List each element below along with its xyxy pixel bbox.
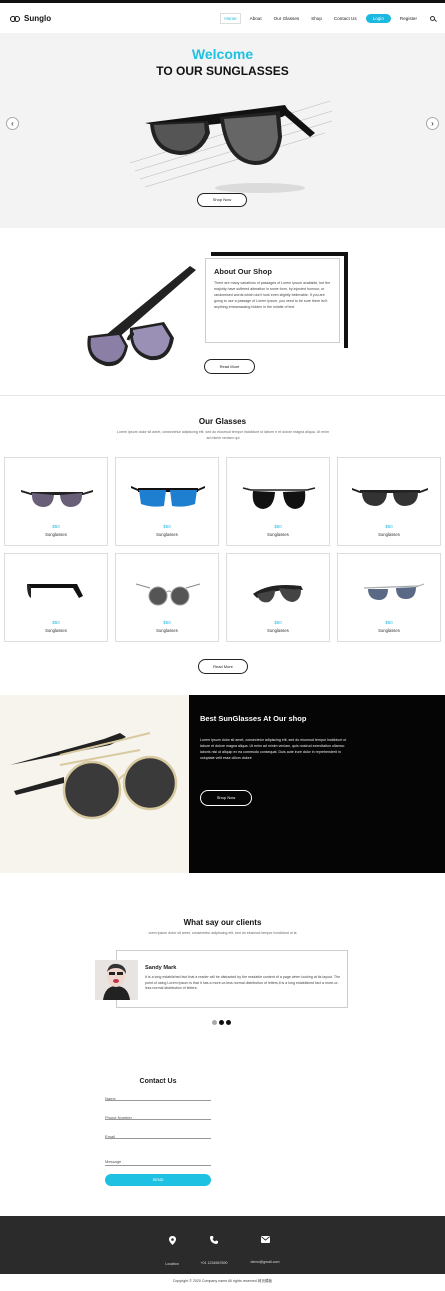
send-button[interactable]: SEND xyxy=(105,1174,211,1186)
copyright: Copyright © 2020 Company name All rights… xyxy=(172,1279,273,1283)
name-input[interactable] xyxy=(105,1094,211,1101)
sunglasses-image xyxy=(131,486,205,507)
product-price: $50 xyxy=(163,620,171,625)
product-card[interactable]: $50 Sunglasses xyxy=(337,457,441,546)
best-text: Lorem ipsum dolor sit amet, consectetur … xyxy=(200,738,347,760)
email-input[interactable] xyxy=(105,1132,211,1139)
sunglasses-image xyxy=(363,583,425,600)
footer-email-text: demo@gmail.com xyxy=(250,1260,280,1264)
client-quote: It is a long established fact that a rea… xyxy=(145,975,341,990)
product-card[interactable]: $50 Sunglasses xyxy=(4,457,108,546)
section-divider xyxy=(0,395,445,396)
product-price: $50 xyxy=(274,620,282,625)
glasses-title: Our Glasses xyxy=(198,417,247,426)
message-field xyxy=(105,1150,211,1166)
login-button[interactable]: Login xyxy=(365,13,391,23)
carousel-dot[interactable] xyxy=(219,1020,224,1025)
site-header: Sunglo Home About Our Glasses Shop Conta… xyxy=(0,3,445,33)
product-card[interactable]: $50 Sunglasses xyxy=(115,553,219,642)
best-title: Best SunGlasses At Our shop xyxy=(200,714,307,723)
product-name: Sunglasses xyxy=(378,628,400,633)
glasses-read-more-button[interactable]: Read More xyxy=(198,659,248,674)
nav-about[interactable]: About xyxy=(247,14,265,23)
clients-title: What say our clients xyxy=(183,918,262,927)
product-price: $50 xyxy=(385,524,393,529)
brand-name: Sunglo xyxy=(24,13,52,23)
sunglasses-image xyxy=(21,490,93,507)
nav-shop[interactable]: Shop xyxy=(308,14,325,23)
about-sunglasses-image xyxy=(87,266,196,367)
product-name: Sunglasses xyxy=(156,532,178,537)
glasses-subtitle: Lorem ipsum dolor sit amet, consectetur … xyxy=(116,430,330,440)
product-name: Sunglasses xyxy=(267,532,289,537)
about-title: About Our Shop xyxy=(214,267,272,276)
footer-email[interactable]: demo@gmail.com xyxy=(235,1236,295,1268)
nav-our-glasses[interactable]: Our Glasses xyxy=(271,14,303,23)
product-name: Sunglasses xyxy=(156,628,178,633)
message-input[interactable] xyxy=(105,1157,211,1164)
email-field xyxy=(105,1125,211,1139)
product-card[interactable]: $50 Sunglasses xyxy=(115,457,219,546)
product-price: $50 xyxy=(385,620,393,625)
email-icon xyxy=(260,1236,270,1243)
register-link[interactable]: Register xyxy=(397,14,420,23)
nav-contact[interactable]: Contact Us xyxy=(331,14,360,23)
phone-icon xyxy=(210,1236,218,1244)
best-image-panel xyxy=(0,695,189,873)
product-card[interactable]: $50 Sunglasses xyxy=(226,553,330,642)
about-read-more-button[interactable]: Read More xyxy=(204,359,255,374)
main-nav: Home About Our Glasses Shop Contact Us L… xyxy=(220,12,435,24)
search-icon[interactable] xyxy=(430,15,435,21)
location-icon xyxy=(168,1236,176,1245)
phone-field xyxy=(105,1106,211,1120)
next-arrow-icon[interactable]: › xyxy=(426,117,439,130)
product-card[interactable]: $50 Sunglasses xyxy=(226,457,330,546)
name-field xyxy=(105,1087,211,1101)
sunglasses-image xyxy=(242,487,316,509)
product-price: $50 xyxy=(52,524,60,529)
round-sunglasses-image xyxy=(10,732,178,820)
best-shop-now-button[interactable]: Shop Now xyxy=(200,790,252,806)
glasses-logo-icon xyxy=(10,14,20,22)
shop-now-button[interactable]: Shop Now xyxy=(197,193,247,207)
product-name: Sunglasses xyxy=(267,628,289,633)
sunglasses-image xyxy=(27,584,83,598)
footer-location-text: Location xyxy=(165,1262,179,1266)
product-card[interactable]: $50 Sunglasses xyxy=(337,553,441,642)
hero-welcome: Welcome xyxy=(191,46,254,62)
clients-subtitle: orem ipsum dolor sit amet, consectetur a… xyxy=(148,931,297,935)
contact-title: Contact Us xyxy=(139,1078,177,1085)
about-card: About Our Shop There are many variations… xyxy=(205,258,340,343)
client-name: Sandy Mark xyxy=(145,965,177,971)
about-text: There are many variations of passages of… xyxy=(214,281,331,309)
prev-arrow-icon[interactable]: ‹ xyxy=(6,117,19,130)
hero-title: TO OUR SUNGLASSES xyxy=(156,64,289,78)
sunglasses-image xyxy=(253,585,303,603)
product-name: Sunglasses xyxy=(45,628,67,633)
product-price: $50 xyxy=(163,524,171,529)
carousel-dots xyxy=(212,1020,231,1025)
product-price: $50 xyxy=(274,524,282,529)
hero-section: Welcome TO OUR SUNGLASSES ‹ › Shop Now xyxy=(0,33,445,228)
product-name: Sunglasses xyxy=(45,532,67,537)
avatar xyxy=(95,960,138,1000)
phone-input[interactable] xyxy=(105,1113,211,1120)
hero-sunglasses-image xyxy=(129,100,333,193)
sunglasses-image xyxy=(135,583,201,606)
nav-home[interactable]: Home xyxy=(220,12,241,24)
product-name: Sunglasses xyxy=(378,532,400,537)
product-card[interactable]: $50 Sunglasses xyxy=(4,553,108,642)
logo[interactable]: Sunglo xyxy=(10,14,51,23)
carousel-dot[interactable] xyxy=(212,1020,217,1025)
sunglasses-image xyxy=(352,488,428,506)
carousel-dot[interactable] xyxy=(226,1020,231,1025)
footer-phone-text: +01 1234567890 xyxy=(200,1261,228,1265)
product-grid: $50 Sunglasses $50 Sunglasses $50 Sungla… xyxy=(4,457,442,642)
product-price: $50 xyxy=(52,620,60,625)
